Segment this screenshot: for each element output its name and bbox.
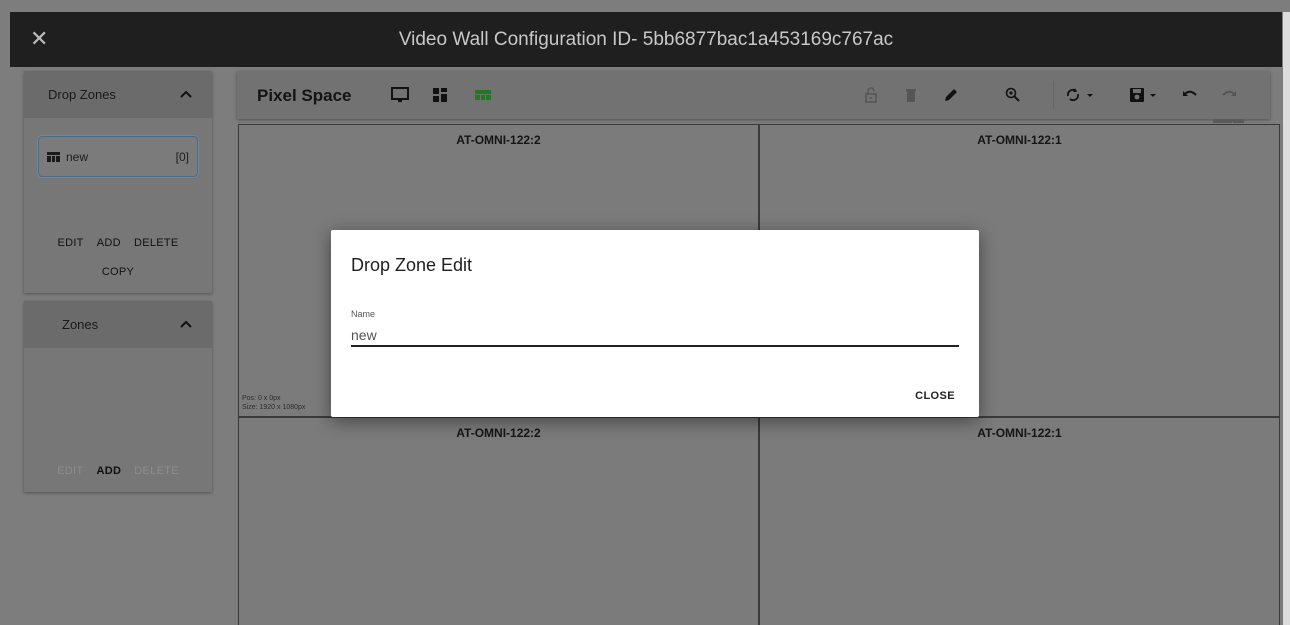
display-meta: Pos: 0 x 0px Size: 1920 x 1080px — [242, 394, 305, 412]
display-name: AT-OMNI-122:1 — [977, 426, 1062, 440]
delete-button[interactable]: DELETE — [134, 237, 179, 249]
scrollbar[interactable] — [1283, 12, 1290, 625]
left-sidebar: Drop Zones new [0] EDIT ADD DELETE COPY … — [10, 67, 227, 625]
drop-zones-panel: Drop Zones new [0] EDIT ADD DELETE COPY — [24, 71, 212, 293]
toolbar-title: Pixel Space — [257, 86, 352, 105]
monitor-icon[interactable] — [390, 85, 410, 105]
toolbar-divider — [1053, 81, 1054, 109]
redo-icon[interactable] — [1219, 85, 1239, 105]
delete-icon[interactable] — [901, 85, 921, 105]
undo-icon[interactable] — [1180, 85, 1200, 105]
display-position: Pos: 0 x 0px — [242, 395, 281, 402]
save-icon[interactable] — [1127, 85, 1161, 105]
sync-icon[interactable] — [1063, 85, 1095, 105]
drop-zones-header[interactable]: Drop Zones — [24, 71, 212, 118]
pixel-space-toolbar: Pixel Space — [237, 71, 1270, 119]
drop-zones-title: Drop Zones — [48, 87, 116, 102]
display-name: AT-OMNI-122:2 — [456, 426, 541, 440]
zones-title: Zones — [62, 317, 99, 332]
add-button[interactable]: ADD — [96, 465, 121, 477]
zones-header[interactable]: Zones — [24, 301, 212, 348]
edit-button[interactable]: EDIT — [57, 465, 83, 477]
lock-open-icon[interactable] — [861, 85, 881, 105]
drop-zone-name: new — [66, 150, 89, 164]
add-button[interactable]: ADD — [97, 237, 121, 249]
edit-button[interactable]: EDIT — [57, 237, 83, 249]
title-bar: ✕ Video Wall Configuration ID- 5bb6877ba… — [10, 12, 1282, 67]
display-tile[interactable]: AT-OMNI-122:1 — [759, 417, 1280, 625]
zone-actions: EDIT ADD DELETE — [24, 465, 212, 477]
dashboard-icon[interactable] — [430, 85, 450, 105]
zoom-icon[interactable] — [1003, 85, 1023, 105]
name-field[interactable] — [351, 325, 959, 347]
layout-icon[interactable] — [473, 85, 493, 105]
edit-icon[interactable] — [941, 85, 961, 105]
drop-zone-actions: EDIT ADD DELETE — [24, 237, 212, 249]
display-size: Size: 1920 x 1080px — [242, 404, 306, 411]
drop-zone-item[interactable]: new [0] — [38, 136, 198, 177]
delete-button[interactable]: DELETE — [134, 465, 179, 477]
dialog-title: Drop Zone Edit — [351, 255, 473, 275]
chevron-up-icon[interactable] — [180, 315, 192, 331]
display-name: AT-OMNI-122:2 — [456, 133, 541, 147]
drop-zone-actions-row2: COPY — [24, 266, 212, 278]
display-tile[interactable]: AT-OMNI-122:2 — [238, 417, 759, 625]
display-name: AT-OMNI-122:1 — [977, 133, 1062, 147]
name-field-label: Name — [351, 309, 376, 319]
zones-panel: Zones EDIT ADD DELETE — [24, 301, 212, 492]
drop-zone-count: [0] — [175, 150, 189, 164]
layout-icon — [47, 152, 60, 162]
window-title: Video Wall Configuration ID- 5bb6877bac1… — [398, 29, 894, 50]
copy-button[interactable]: COPY — [102, 266, 134, 278]
drop-zone-edit-dialog: Drop Zone Edit Name CLOSE — [331, 230, 979, 417]
chevron-up-icon[interactable] — [180, 85, 192, 101]
close-button[interactable]: CLOSE — [915, 390, 955, 402]
